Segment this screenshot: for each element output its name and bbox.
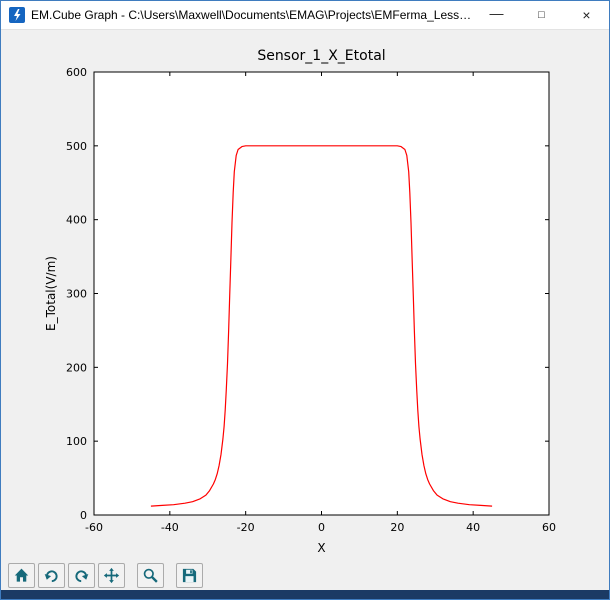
chart-title: Sensor_1_X_Etotal bbox=[257, 48, 385, 64]
window-title: EM.Cube Graph - C:\Users\Maxwell\Documen… bbox=[31, 8, 474, 22]
home-button[interactable] bbox=[8, 562, 35, 588]
save-icon bbox=[182, 568, 197, 582]
status-strip bbox=[1, 590, 609, 599]
minimize-icon: — bbox=[489, 5, 504, 21]
window-controls: — □ × bbox=[474, 1, 609, 29]
x-tick-label: 40 bbox=[466, 521, 480, 534]
x-tick-label: 0 bbox=[318, 521, 325, 534]
back-button[interactable] bbox=[38, 562, 65, 588]
figure-area: -60 -40 -20 0 20 40 60 0 100 200 300 400 500 600 Senso… bbox=[1, 30, 609, 560]
forward-icon bbox=[75, 569, 89, 582]
y-tick-label: 200 bbox=[66, 361, 87, 374]
app-icon bbox=[9, 7, 25, 23]
plot-area[interactable] bbox=[94, 72, 549, 515]
home-icon bbox=[14, 568, 29, 582]
y-tick-label: 100 bbox=[66, 435, 87, 448]
forward-button[interactable] bbox=[68, 562, 95, 588]
save-button[interactable] bbox=[176, 562, 203, 588]
maximize-icon: □ bbox=[538, 9, 545, 21]
pan-icon bbox=[103, 567, 120, 583]
y-tick-label: 500 bbox=[66, 140, 87, 153]
y-axis-label: E_Total(V/m) bbox=[44, 256, 58, 331]
titlebar: EM.Cube Graph - C:\Users\Maxwell\Documen… bbox=[1, 1, 609, 30]
x-tick-label: -20 bbox=[237, 521, 255, 534]
x-tick-label: 60 bbox=[542, 521, 556, 534]
y-tick-label: 600 bbox=[66, 66, 87, 79]
y-tick-label: 300 bbox=[66, 288, 87, 301]
pan-button[interactable] bbox=[98, 562, 125, 588]
plot-toolbar bbox=[1, 560, 609, 590]
app-window: EM.Cube Graph - C:\Users\Maxwell\Documen… bbox=[0, 0, 610, 600]
zoom-icon bbox=[143, 568, 158, 583]
close-button[interactable]: × bbox=[564, 1, 609, 29]
back-icon bbox=[44, 569, 58, 582]
y-tick-label: 0 bbox=[80, 509, 87, 522]
x-axis-label: X bbox=[317, 541, 325, 555]
y-tick-label: 400 bbox=[66, 214, 87, 227]
plot-canvas[interactable]: -60 -40 -20 0 20 40 600100200300400500600Senso… bbox=[1, 30, 610, 560]
minimize-button[interactable]: — bbox=[474, 1, 519, 29]
zoom-button[interactable] bbox=[137, 562, 164, 588]
x-tick-label: -40 bbox=[161, 521, 179, 534]
x-tick-label: -60 bbox=[85, 521, 103, 534]
close-icon: × bbox=[582, 7, 591, 23]
maximize-button[interactable]: □ bbox=[519, 1, 564, 29]
x-tick-label: 20 bbox=[390, 521, 404, 534]
